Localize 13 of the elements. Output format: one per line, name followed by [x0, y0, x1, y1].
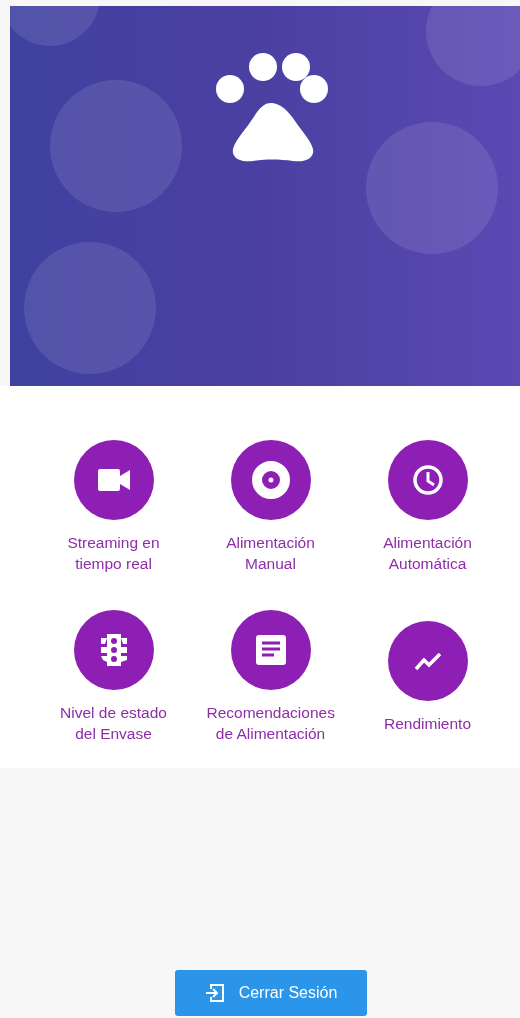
menu-label[interactable]: Alimentación Manual — [206, 532, 335, 574]
menu-label[interactable]: Rendimiento — [363, 712, 492, 734]
video-camera-icon — [97, 469, 130, 491]
menu-label[interactable]: Alimentación Automática — [363, 532, 492, 574]
traffic-light-icon — [100, 634, 127, 666]
menu-label[interactable]: Streaming en tiempo real — [49, 532, 178, 574]
clock-icon — [411, 464, 444, 496]
menu-label[interactable]: Nivel de estado del Envase — [49, 702, 178, 744]
disc-icon — [251, 461, 290, 499]
trend-line-icon — [413, 650, 442, 671]
logout-icon — [204, 983, 225, 1003]
menu-label[interactable]: Recomendaciones de Alimentación — [206, 702, 335, 744]
document-icon — [255, 635, 286, 665]
